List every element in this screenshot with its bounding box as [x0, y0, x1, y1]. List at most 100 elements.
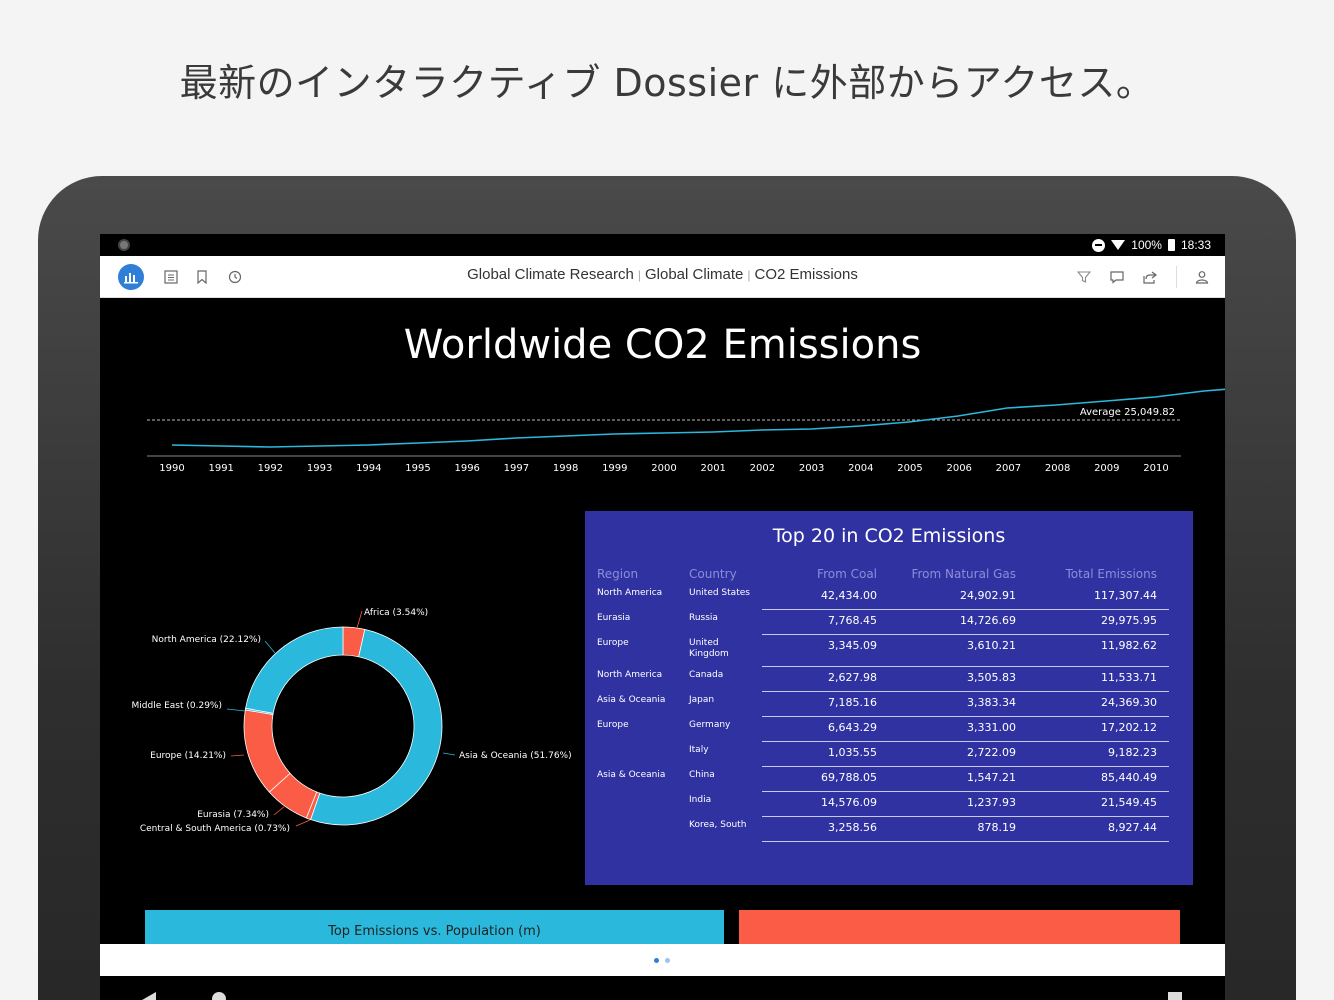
column-header-region[interactable]: Region — [597, 567, 689, 581]
cell-total-emissions: 9,182.23 — [1108, 746, 1157, 759]
donut-slice[interactable] — [243, 709, 291, 793]
camera-icon — [118, 239, 130, 251]
table-row[interactable]: Korea, South 3,258.56 878.19 8,927.44 — [597, 817, 1181, 842]
breadcrumb-item-emissions[interactable]: CO2 Emissions — [755, 266, 858, 283]
cell-from-coal: 2,627.98 — [828, 671, 877, 684]
x-tick-label: 1994 — [356, 463, 381, 474]
tablet-screen: 100% 18:33 Global Climate Research | Globa… — [100, 234, 1225, 1000]
account-icon[interactable] — [1189, 264, 1215, 290]
table-row[interactable]: India 14,576.09 1,237.93 21,549.45 — [597, 792, 1181, 817]
donut-slice-label: North America (22.12%) — [152, 635, 261, 645]
donut-leader-line — [356, 610, 363, 629]
toolbar-divider — [1176, 266, 1177, 288]
cell-from-natural-gas: 3,505.83 — [967, 671, 1016, 684]
cell-total-emissions: 29,975.95 — [1101, 614, 1157, 627]
breadcrumb-item-research[interactable]: Global Climate Research — [467, 266, 634, 283]
x-tick-label: 1999 — [602, 463, 627, 474]
table-row[interactable]: Asia & Oceania Japan 7,185.16 3,383.34 24,36… — [597, 692, 1181, 717]
donut-slice-label: Europe (14.21%) — [150, 751, 226, 761]
column-header-coal[interactable]: From Coal — [759, 567, 877, 581]
cell-country: Germany — [689, 720, 731, 730]
column-header-total[interactable]: Total Emissions — [1016, 567, 1157, 581]
cell-total-emissions: 85,440.49 — [1101, 771, 1157, 784]
table-body: North America United States 42,434.00 24,90… — [597, 585, 1181, 842]
android-nav-bar — [100, 976, 1225, 1000]
table-row[interactable]: Asia & Oceania China 69,788.05 1,547.21 85,4… — [597, 767, 1181, 792]
back-icon[interactable] — [142, 992, 156, 1000]
cell-from-natural-gas: 878.19 — [977, 821, 1017, 834]
cell-from-coal: 69,788.05 — [821, 771, 877, 784]
table-row[interactable]: Italy 1,035.55 2,722.09 9,182.23 — [597, 742, 1181, 767]
donut-slice-label: Africa (3.54%) — [364, 608, 428, 618]
cell-total-emissions: 11,982.62 — [1101, 639, 1157, 652]
dossier-icon[interactable] — [118, 264, 144, 290]
cell-country: Canada — [689, 670, 724, 680]
emissions-table: Region Country From Coal From Natural Ga… — [597, 563, 1181, 842]
cell-country: United States — [689, 588, 750, 598]
donut-leader-line — [264, 640, 276, 654]
cell-region: Asia & Oceania — [597, 695, 666, 705]
x-tick-label: 2003 — [799, 463, 824, 474]
x-tick-label: 2005 — [897, 463, 922, 474]
breadcrumb-item-climate[interactable]: Global Climate — [645, 266, 743, 283]
cell-country: Italy — [689, 745, 709, 755]
home-icon[interactable] — [212, 992, 226, 1000]
cell-from-natural-gas: 14,726.69 — [960, 614, 1016, 627]
cell-from-natural-gas: 3,383.34 — [967, 696, 1016, 709]
secondary-visualization-panel[interactable] — [739, 910, 1180, 944]
cell-from-natural-gas: 1,547.21 — [967, 771, 1016, 784]
table-row[interactable]: North America Canada 2,627.98 3,505.83 11,53… — [597, 667, 1181, 692]
tablet-frame: 100% 18:33 Global Climate Research | Globa… — [38, 176, 1296, 1000]
x-tick-label: 1991 — [208, 463, 233, 474]
cell-total-emissions: 17,202.12 — [1101, 721, 1157, 734]
x-tick-label: 1996 — [454, 463, 479, 474]
filter-icon[interactable] — [1071, 264, 1097, 290]
x-tick-label: 2009 — [1094, 463, 1119, 474]
table-of-contents-icon[interactable] — [158, 264, 184, 290]
emissions-vs-population-panel[interactable]: Top Emissions vs. Population (m) — [145, 910, 724, 944]
bookmark-icon[interactable] — [189, 264, 215, 290]
breadcrumb: Global Climate Research | Global Climate | C… — [100, 266, 1225, 283]
table-row[interactable]: Europe United Kingdom 3,345.09 3,610.21 11,9… — [597, 635, 1181, 667]
share-icon[interactable] — [1137, 264, 1163, 290]
comment-icon[interactable] — [1104, 264, 1130, 290]
cell-region — [597, 742, 689, 767]
cell-country: India — [689, 795, 712, 805]
cell-from-coal: 3,345.09 — [828, 639, 877, 652]
recent-apps-icon[interactable] — [1168, 992, 1182, 1000]
page-dot-active[interactable] — [654, 958, 659, 963]
history-icon[interactable] — [222, 264, 248, 290]
cell-country: United Kingdom — [689, 638, 729, 659]
column-header-country[interactable]: Country — [689, 567, 759, 581]
table-row[interactable]: Eurasia Russia 7,768.45 14,726.69 29,975.95 — [597, 610, 1181, 635]
cell-from-natural-gas: 2,722.09 — [967, 746, 1016, 759]
cell-total-emissions: 8,927.44 — [1108, 821, 1157, 834]
cell-from-natural-gas: 1,237.93 — [967, 796, 1016, 809]
cell-country: Korea, South — [689, 820, 747, 830]
x-tick-label: 1990 — [159, 463, 184, 474]
x-tick-label: 2001 — [700, 463, 725, 474]
page-dot[interactable] — [665, 958, 670, 963]
column-header-gas[interactable]: From Natural Gas — [877, 567, 1016, 581]
cell-from-coal: 6,643.29 — [828, 721, 877, 734]
donut-slice[interactable] — [310, 628, 443, 826]
top20-table-card: Top 20 in CO2 Emissions Region Country F… — [585, 511, 1193, 885]
page-indicator — [100, 944, 1225, 976]
donut-leader-line — [273, 805, 286, 816]
dossier-toolbar: Global Climate Research | Global Climate | C… — [100, 256, 1225, 298]
region-donut-chart: Africa (3.54%) Asia & Oceania (51.76%) Cen… — [132, 608, 572, 834]
donut-slice-label: Central & South America (0.73%) — [140, 824, 290, 834]
table-row[interactable]: North America United States 42,434.00 24,90… — [597, 585, 1181, 610]
donut-leader-line — [295, 819, 311, 827]
cell-country: Japan — [689, 695, 715, 705]
x-tick-label: 2004 — [848, 463, 873, 474]
x-tick-label: 2008 — [1045, 463, 1070, 474]
cell-region: Europe — [597, 638, 629, 648]
x-tick-label: 1995 — [405, 463, 430, 474]
table-row[interactable]: Europe Germany 6,643.29 3,331.00 17,202.12 — [597, 717, 1181, 742]
donut-leader-line — [230, 754, 245, 757]
x-tick-label: 2010 — [1143, 463, 1168, 474]
x-tick-label: 1992 — [258, 463, 283, 474]
average-label: Average 25,049.82 — [1080, 407, 1175, 418]
dossier-canvas: Worldwide CO2 Emissions Average 25,049.8… — [100, 298, 1225, 944]
